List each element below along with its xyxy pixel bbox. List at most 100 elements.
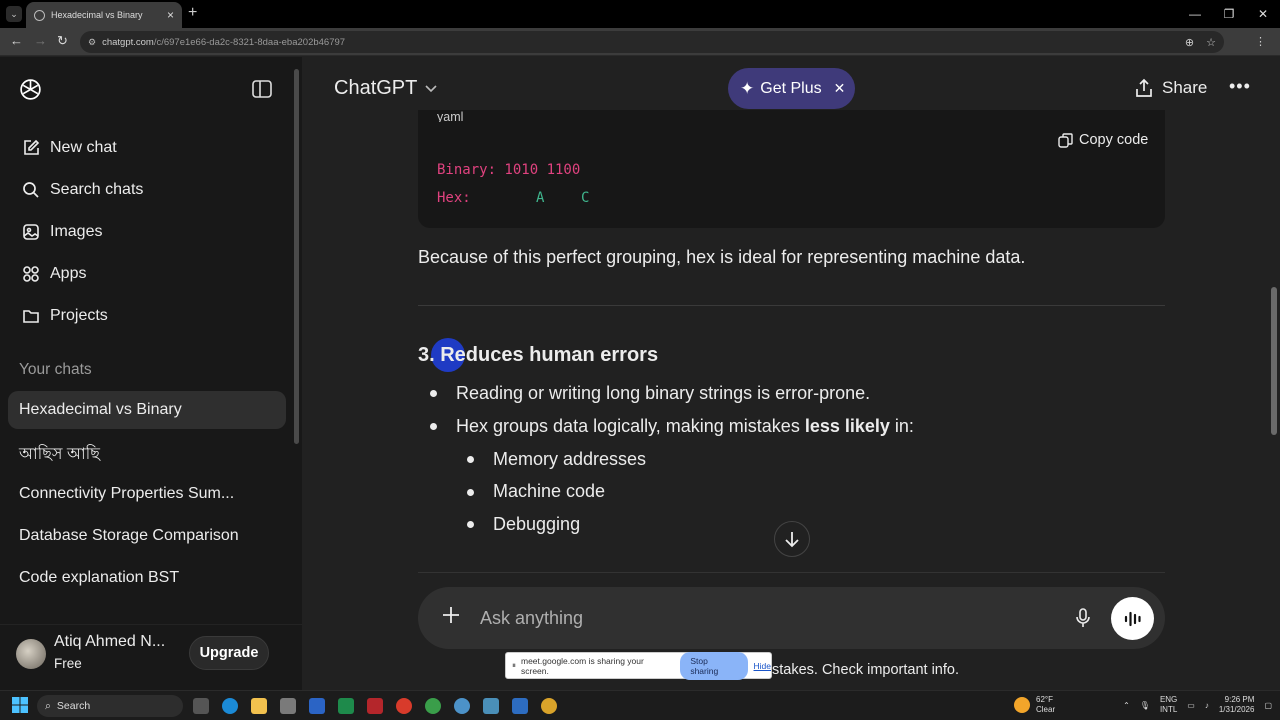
weather-sun-icon (1014, 697, 1030, 713)
access-icon[interactable] (367, 698, 383, 714)
new-tab-button[interactable]: + (188, 4, 197, 22)
list-item-text: in: (889, 416, 914, 436)
voice-mode-button[interactable] (1111, 597, 1154, 640)
dismiss-icon[interactable]: ✕ (834, 80, 846, 97)
microphone-icon[interactable] (1074, 608, 1092, 628)
restore-icon[interactable]: ❐ (1212, 0, 1246, 28)
copy-code-label: Copy code (1079, 132, 1149, 148)
new-chat-button[interactable]: New chat (0, 130, 302, 166)
bookmark-star-icon[interactable]: ☆ (1206, 36, 1216, 49)
sidebar-item-label: Projects (50, 307, 108, 324)
screen-share-message: meet.google.com is sharing your screen. (521, 655, 644, 676)
list-item-bold: less likely (804, 416, 890, 436)
more-options-icon[interactable]: ••• (1229, 76, 1251, 97)
search-chats-button[interactable]: Search chats (0, 172, 302, 208)
chrome-active-icon[interactable] (541, 698, 557, 714)
arrow-down-icon (784, 530, 800, 548)
chrome-icon[interactable] (425, 698, 441, 714)
screen-share-banner: ⏸ meet.google.com is sharing your screen… (505, 651, 772, 680)
browser-tab[interactable]: Hexadecimal vs Binary × (26, 2, 182, 28)
word-icon[interactable] (309, 698, 325, 714)
sidebar-item-label: New chat (50, 139, 117, 156)
hide-link[interactable]: Hide (754, 661, 771, 671)
chat-item[interactable]: Connectivity Properties Sum... (19, 485, 234, 503)
browser-menu-icon[interactable]: ⋮ (1255, 35, 1266, 48)
bullet-dot (467, 456, 474, 463)
bullet-dot (467, 489, 474, 496)
notepad-icon[interactable] (483, 698, 499, 714)
prompt-input[interactable]: Ask anything (480, 608, 583, 629)
tab-search-button[interactable]: ⌄ (6, 6, 22, 22)
tab-close-icon[interactable]: × (167, 8, 174, 22)
clock[interactable]: 9:26 PM 1/31/2026 (1219, 695, 1255, 715)
projects-button[interactable]: Projects (0, 298, 302, 334)
reload-icon[interactable]: ↻ (57, 33, 68, 49)
user-name: Atiq Ahmed N... (54, 633, 166, 650)
section-divider (418, 305, 1165, 306)
forward-icon[interactable]: → (34, 33, 47, 48)
sidebar-toggle-icon[interactable] (252, 80, 272, 98)
url-host: chatgpt.com (102, 36, 154, 48)
openai-logo-icon[interactable] (18, 77, 43, 102)
get-plus-label: Get Plus (760, 79, 822, 97)
stop-sharing-button[interactable]: Stop sharing (680, 651, 748, 680)
vscode-icon[interactable] (512, 698, 528, 714)
apps-icon (20, 263, 42, 285)
user-account-row[interactable]: Atiq Ahmed N... Free Upgrade (0, 624, 302, 686)
image-icon (20, 221, 42, 243)
window-controls: — ❐ ✕ (1178, 0, 1280, 28)
chevron-up-icon[interactable]: ⌃ (1123, 701, 1130, 710)
your-chats-heading: Your chats (19, 361, 92, 378)
edge-icon[interactable] (222, 698, 238, 714)
url-path: /c/697e1e66-da2c-8321-8daa-eba202b46797 (153, 36, 346, 48)
language-indicator[interactable]: ENG INTL (1160, 695, 1177, 715)
share-button[interactable]: Share (1134, 78, 1207, 98)
weather-temp: 62°F (1036, 695, 1053, 704)
get-plus-button[interactable]: ✦ Get Plus ✕ (728, 68, 855, 109)
add-attachment-icon[interactable] (442, 606, 460, 624)
code-line: Binary: 1010 1100 (437, 162, 581, 178)
site-info-icon[interactable]: ⚙ (88, 37, 96, 48)
network-icon[interactable]: ▭ (1187, 701, 1195, 710)
chat-list-fade (0, 604, 294, 626)
bullet-dot (467, 521, 474, 528)
notification-icon[interactable]: ▢ (1264, 701, 1272, 710)
apps-button[interactable]: Apps (0, 256, 302, 292)
volume-icon[interactable]: ♪ (1205, 701, 1209, 710)
pause-icon: ⏸ (512, 660, 516, 670)
pdf-reader-icon[interactable] (396, 698, 412, 714)
taskbar-search[interactable]: ⌕ Search (37, 695, 183, 717)
task-view-icon[interactable] (193, 698, 209, 714)
code-hex-digit: A (536, 190, 545, 206)
app-icon[interactable] (454, 698, 470, 714)
address-bar: ← → ↻ ⚙ chatgpt.com /c/697e1e66-da2c-832… (0, 28, 1280, 56)
zoom-icon[interactable]: ⊕ (1185, 36, 1194, 49)
copy-code-button[interactable]: Copy code (1058, 132, 1148, 148)
chat-item[interactable]: Code explanation BST (19, 569, 179, 587)
excel-icon[interactable] (338, 698, 354, 714)
share-icon (1134, 78, 1154, 98)
model-selector[interactable]: ChatGPT (334, 77, 437, 100)
url-field[interactable]: ⚙ chatgpt.com /c/697e1e66-da2c-8321-8daa… (80, 31, 1224, 53)
weather-condition: Clear (1036, 705, 1056, 714)
close-window-icon[interactable]: ✕ (1246, 0, 1280, 28)
mic-tray-icon[interactable]: 🎙 (1140, 701, 1150, 710)
sparkle-icon: ✦ (740, 78, 755, 98)
file-explorer-icon[interactable] (251, 698, 267, 714)
chat-scrollbar[interactable] (1271, 287, 1277, 435)
weather-widget[interactable]: 62°F Clear (1014, 695, 1055, 715)
chat-item[interactable]: আছিস আছি (19, 441, 100, 468)
taskbar-search-label: Search (56, 700, 91, 712)
app-icon[interactable] (280, 698, 296, 714)
windows-start-icon[interactable] (12, 697, 28, 713)
chat-item[interactable]: Hexadecimal vs Binary (19, 401, 182, 419)
upgrade-button[interactable]: Upgrade (189, 636, 269, 670)
chat-item[interactable]: Database Storage Comparison (19, 527, 239, 545)
tab-favicon-icon (34, 9, 45, 21)
sidebar-item-label: Images (50, 223, 103, 240)
minimize-icon[interactable]: — (1178, 0, 1212, 28)
avatar[interactable] (16, 639, 46, 669)
back-icon[interactable]: ← (10, 33, 23, 48)
scroll-down-button[interactable] (774, 521, 810, 557)
images-button[interactable]: Images (0, 214, 302, 250)
